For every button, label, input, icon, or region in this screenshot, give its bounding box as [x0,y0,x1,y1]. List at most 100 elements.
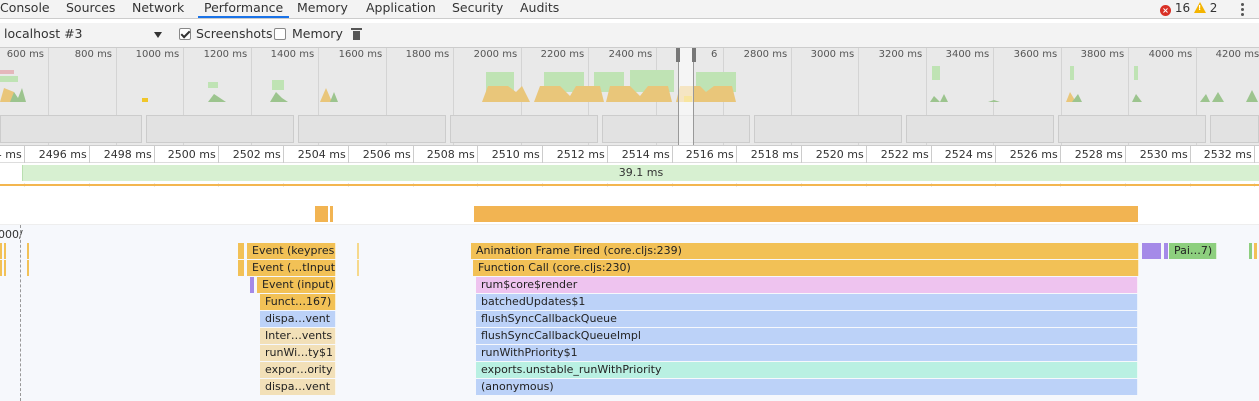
flame-flush-sync-callback-queue[interactable]: flushSyncCallbackQueue [476,311,1138,327]
screenshot-thumbnail[interactable] [450,115,598,143]
flame-function-call-core[interactable]: Function Call (core.cljs:230) [473,260,1139,276]
ruler-time-label: 2514 ms [621,148,670,161]
flame-dispatch-event-2[interactable]: dispa…vent [260,379,336,395]
ruler-tick [24,146,25,164]
overview-time-label: 3600 ms [1013,49,1058,60]
flame-exports-priority[interactable]: expor…ority [260,362,336,378]
flame-dispatch-event[interactable]: dispa…vent [260,311,336,327]
screenshot-thumbnail[interactable] [602,115,750,143]
time-ruler: 2494 ms 2496 ms 2498 ms 2500 ms 2502 ms 2504 … [0,145,1259,164]
ruler-tick [1254,146,1255,164]
error-icon: × [1160,5,1171,16]
flame-event-input[interactable]: Event (input) [257,277,336,293]
tab-security[interactable]: Security [452,0,503,18]
frame-bar[interactable]: 39.1 ms [22,165,1259,181]
overview-time-label: 2000 ms [473,49,518,60]
ruler-tick [607,146,608,164]
flame-event-keypress[interactable]: Event (keypress) [247,243,336,259]
tab-sources[interactable]: Sources [66,0,115,18]
overview-time-label: 6 [711,49,718,60]
timings-track [0,203,1259,225]
tab-memory[interactable]: Memory [297,0,348,18]
overview-selection-window[interactable] [676,48,696,145]
screenshot-thumbnail[interactable] [298,115,446,143]
ruler-time-label: 2510 ms [491,148,540,161]
selection-left-handle[interactable] [676,48,680,62]
flame-interactive-updates[interactable]: Inter…vents [260,328,336,344]
timeline-tracks[interactable]: 39.1 ms Main — http://localhost:3000/ Ev… [0,163,1259,401]
flame-sliver[interactable] [1142,243,1161,259]
tab-network[interactable]: Network [132,0,184,18]
ruler-tick [736,146,737,164]
ruler-tick [542,146,543,164]
ruler-time-label: 2508 ms [426,148,475,161]
ruler-time-label: 2530 ms [1139,148,1188,161]
interactions-track [0,187,1259,203]
ruler-time-label: 2512 ms [556,148,605,161]
screenshot-thumbnail[interactable] [1058,115,1206,143]
tab-audits[interactable]: Audits [520,0,559,18]
ruler-time-label: 2494 ms [0,148,22,161]
screenshot-thumbnail[interactable] [146,115,294,143]
memory-checkbox[interactable] [274,28,286,40]
overview-time-label: 3400 ms [945,49,990,60]
flame-rum-render[interactable]: rum$core$render [476,277,1138,293]
screenshot-thumbnail[interactable] [0,115,142,143]
tab-application[interactable]: Application [366,0,436,18]
flame-unstable-run-with-priority[interactable]: exports.unstable_runWithPriority [476,362,1138,378]
ruler-tick [1190,146,1191,164]
tab-performance[interactable]: Performance [198,0,290,18]
overview-time-label: 4200 ms [1215,49,1259,60]
error-count: 16 [1174,1,1191,15]
cpu-activity-chart [0,66,1258,102]
screenshots-label: Screenshots [196,26,273,41]
overview-time-label: 2400 ms [608,49,653,60]
overview-time-label: 1800 ms [405,49,450,60]
more-options-icon[interactable] [1237,1,1247,17]
interactions-divider [0,184,1259,186]
overview-time-label: 2200 ms [540,49,585,60]
flame-sliver[interactable] [1164,243,1168,259]
ruler-time-label: 2504 ms [297,148,346,161]
timeline-overview[interactable]: 600 ms 800 ms 1000 ms 1200 ms 1400 ms 1600 ms… [0,48,1259,145]
performance-toolbar: localhost #3 Screenshots Memory [0,23,1259,48]
flame-batched-updates[interactable]: batchedUpdates$1 [476,294,1138,310]
flame-run-with-priority[interactable]: runWi…ty$1 [260,345,336,361]
timing-bar[interactable] [330,206,333,222]
flame-sliver[interactable] [250,277,254,293]
timing-bar[interactable] [315,206,328,222]
frame-duration: 39.1 ms [618,166,664,179]
timing-bar[interactable] [474,206,1138,222]
overview-time-label: 1400 ms [270,49,315,60]
flame-function-call[interactable]: Funct…167) [260,294,336,310]
ruler-time-label: 2502 ms [232,148,281,161]
target-select[interactable]: localhost #3 [4,26,164,44]
warning-icon: ! [1193,2,1206,13]
ruler-time-label: 2500 ms [167,148,216,161]
screenshots-checkbox[interactable] [179,28,191,40]
flame-flush-sync-callback-queue-impl[interactable]: flushSyncCallbackQueueImpl [476,328,1138,344]
ruler-time-label: 2506 ms [362,148,411,161]
selection-right-handle[interactable] [692,48,696,62]
trash-icon[interactable] [351,27,362,41]
ruler-tick [348,146,349,164]
flame-event-textinput[interactable]: Event (…tInput) [247,260,336,276]
screenshot-thumbnail[interactable] [754,115,902,143]
selection-marker [20,225,21,401]
overview-time-label: 3800 ms [1080,49,1125,60]
overview-time-label: 4000 ms [1148,49,1193,60]
flame-anonymous[interactable]: (anonymous) [476,379,1138,395]
frames-track: 39.1 ms [0,163,1259,183]
tab-console[interactable]: Console [0,0,50,18]
ruler-tick [1125,146,1126,164]
ruler-time-label: 2498 ms [103,148,152,161]
screenshot-thumbnail[interactable] [1210,115,1259,143]
flame-animation-frame-fired[interactable]: Animation Frame Fired (core.cljs:239) [471,243,1139,259]
issues-counter[interactable]: × 16 ! 2 [1160,1,1217,17]
flame-run-with-priority-1[interactable]: runWithPriority$1 [476,345,1138,361]
ruler-tick [931,146,932,164]
overview-time-label: 1200 ms [203,49,248,60]
flame-paint[interactable]: Pai…7) [1169,243,1217,259]
ruler-time-label: 2526 ms [1009,148,1058,161]
screenshot-thumbnail[interactable] [906,115,1054,143]
